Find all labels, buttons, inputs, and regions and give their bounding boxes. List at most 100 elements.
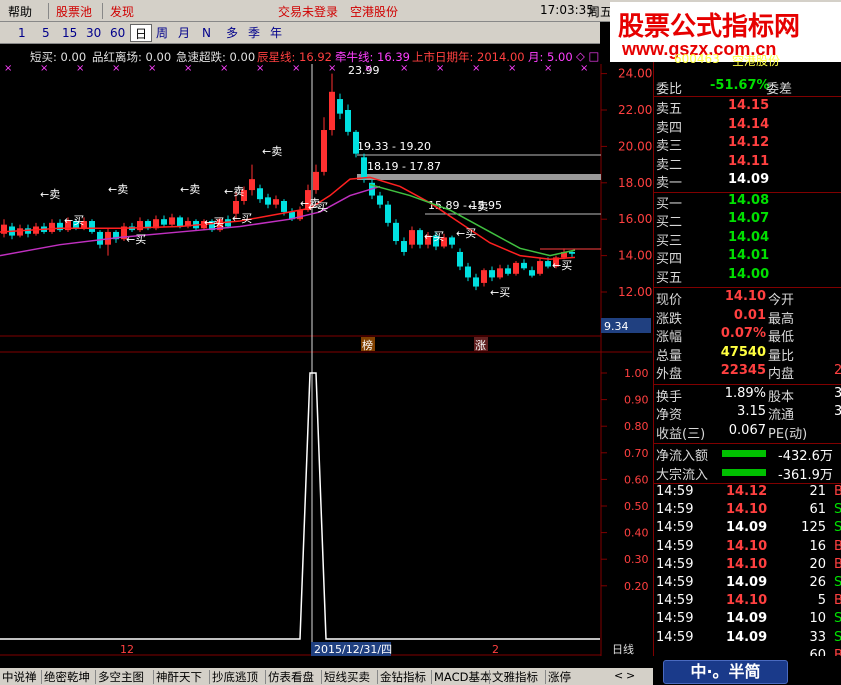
period-button-8[interactable]: N <box>198 24 215 42</box>
indicator-tab-2[interactable]: 多空主图 <box>98 669 144 685</box>
top-marker: × <box>364 63 372 74</box>
indicator-tab-4[interactable]: 抄底逃顶 <box>212 669 258 685</box>
candle-body <box>393 222 399 242</box>
tick-row: 14:59 14.10 16 B <box>654 539 841 557</box>
tick-side: B <box>834 593 841 609</box>
period-button-11[interactable]: 年 <box>266 24 286 42</box>
sell-signal: ←卖 <box>108 183 128 196</box>
stat2-label: 收益(三) <box>656 426 706 442</box>
ask-price: 14.15 <box>728 98 770 113</box>
divider <box>654 287 841 288</box>
candle-body <box>569 251 575 254</box>
footer-area: 中·。半简 <box>653 656 841 685</box>
tab-prev-button[interactable]: < <box>614 669 623 682</box>
resistance-label-1: 19.33 - 19.20 <box>357 140 431 153</box>
stat-label: 现价 <box>656 293 683 308</box>
tick-time: 14:59 <box>656 484 694 499</box>
candle-body <box>49 222 55 232</box>
tick-volume: 20 <box>809 556 826 572</box>
period-button-5[interactable]: 日 <box>130 24 153 42</box>
ask-label: 卖四 <box>656 120 683 136</box>
tick-time: 14:59 <box>656 611 694 627</box>
menu-stock-name[interactable]: 空港股份 <box>350 3 398 20</box>
indicator-tab-10[interactable]: 涨停 <box>548 669 571 685</box>
flow-row: 净流入额 -432.6万 <box>654 445 841 464</box>
candle-body <box>401 241 407 252</box>
menu-discover[interactable]: 发现 <box>110 3 134 20</box>
tick-volume: 125 <box>801 520 826 536</box>
period-button-6[interactable]: 周 <box>152 24 172 42</box>
stat-value-2: 2 <box>834 363 841 378</box>
tick-side: B <box>834 484 841 499</box>
indicator-tab-6[interactable]: 短线买卖 <box>324 669 370 685</box>
tick-price: 14.09 <box>726 629 768 645</box>
lower-axis-label: 0.80 <box>624 420 649 433</box>
stat-label: 外盘 <box>656 367 683 382</box>
menu-stock-pool[interactable]: 股票池 <box>56 3 92 20</box>
lower-axis-label: 0.70 <box>624 447 649 460</box>
buy-signal: ←买 <box>456 227 476 240</box>
flow-bar <box>722 468 766 476</box>
sell-signal: ←卖 <box>180 183 200 196</box>
quote-panel: 600463 空港股份 委比 -51.67% 委差 卖五 14.15 卖四 14.14 卖三 14.… <box>653 52 841 663</box>
tick-volume: 21 <box>809 484 826 499</box>
watermark-title: 股票公式指标网 <box>618 12 801 42</box>
tick-price: 14.09 <box>726 611 768 627</box>
indicator-tab-1[interactable]: 绝密乾坤 <box>44 669 90 685</box>
weibi-value: -51.67% <box>710 78 770 93</box>
period-button-7[interactable]: 月 <box>174 24 194 42</box>
tab-separator <box>489 670 490 684</box>
menu-help[interactable]: 帮助 <box>8 3 32 20</box>
stat-label: 涨幅 <box>656 330 683 345</box>
tick-row: 14:59 14.10 5 B <box>654 593 841 611</box>
stat-label-2: 今开 <box>768 293 795 308</box>
buy-signal: ←买 <box>552 259 572 272</box>
clock-weekday: 周五 <box>588 5 613 19</box>
top-marker: × <box>148 63 156 74</box>
tick-volume: 26 <box>809 575 826 590</box>
tab-separator <box>209 670 210 684</box>
price-axis-label: 22.00 <box>618 103 652 117</box>
candle-body <box>249 179 255 191</box>
flow-label: 大宗流入 <box>656 467 709 483</box>
lower-axis-label: 0.20 <box>624 580 649 593</box>
candle-body <box>409 230 415 245</box>
ask-label: 卖二 <box>656 157 683 173</box>
kline-chart[interactable]: 24.00 22.00 20.00 18.00 16.00 14.00 12.00 9.34 2… <box>0 44 652 656</box>
period-button-10[interactable]: 季 <box>244 24 264 42</box>
candle-body <box>97 231 103 245</box>
stat-label: 涨跌 <box>656 311 683 327</box>
indicator-tab-5[interactable]: 仿表看盘 <box>268 669 314 685</box>
indicator-tab-7[interactable]: 金钻指标 <box>380 669 426 685</box>
stat-value: 22345 <box>720 363 766 378</box>
period-button-1[interactable]: 5 <box>38 24 54 42</box>
weibi-label: 委比 <box>656 82 683 97</box>
price-axis-label: 12.00 <box>618 285 652 299</box>
period-button-4[interactable]: 60 <box>106 24 129 42</box>
tab-separator <box>95 670 96 684</box>
period-button-2[interactable]: 15 <box>58 24 81 42</box>
input-method-button[interactable]: 中·。半简 <box>663 660 788 684</box>
period-button-3[interactable]: 30 <box>82 24 105 42</box>
price-axis-label: 18.00 <box>618 176 652 190</box>
indicator-tab-9[interactable]: 文雅指标 <box>492 669 538 685</box>
tab-next-button[interactable]: > <box>626 669 635 682</box>
bid-price: 14.08 <box>728 192 770 208</box>
indicator-tab-3[interactable]: 神酐天下 <box>156 669 202 685</box>
candle-body <box>137 221 143 231</box>
period-button-9[interactable]: 多 <box>222 24 242 42</box>
indicator-tab-0[interactable]: 中说禅 <box>2 669 37 685</box>
badge-zhang-label: 涨 <box>475 339 486 352</box>
tick-volume: 10 <box>809 611 826 627</box>
tick-price: 14.10 <box>726 593 768 609</box>
period-button-0[interactable]: 1 <box>14 24 30 42</box>
stock-code-row: 600463 空港股份 <box>654 52 841 70</box>
candle-body <box>385 204 391 223</box>
top-marker: × <box>328 63 336 74</box>
indicator-tab-8[interactable]: MACD基本 <box>434 669 491 685</box>
buy-signal: ←买 <box>64 214 84 227</box>
login-status[interactable]: 交易未登录 <box>278 3 338 20</box>
price-axis-label: 24.00 <box>618 67 652 81</box>
weibi-row: 委比 -51.67% 委差 <box>654 78 841 97</box>
stat2-value-2: 3 <box>834 404 841 419</box>
